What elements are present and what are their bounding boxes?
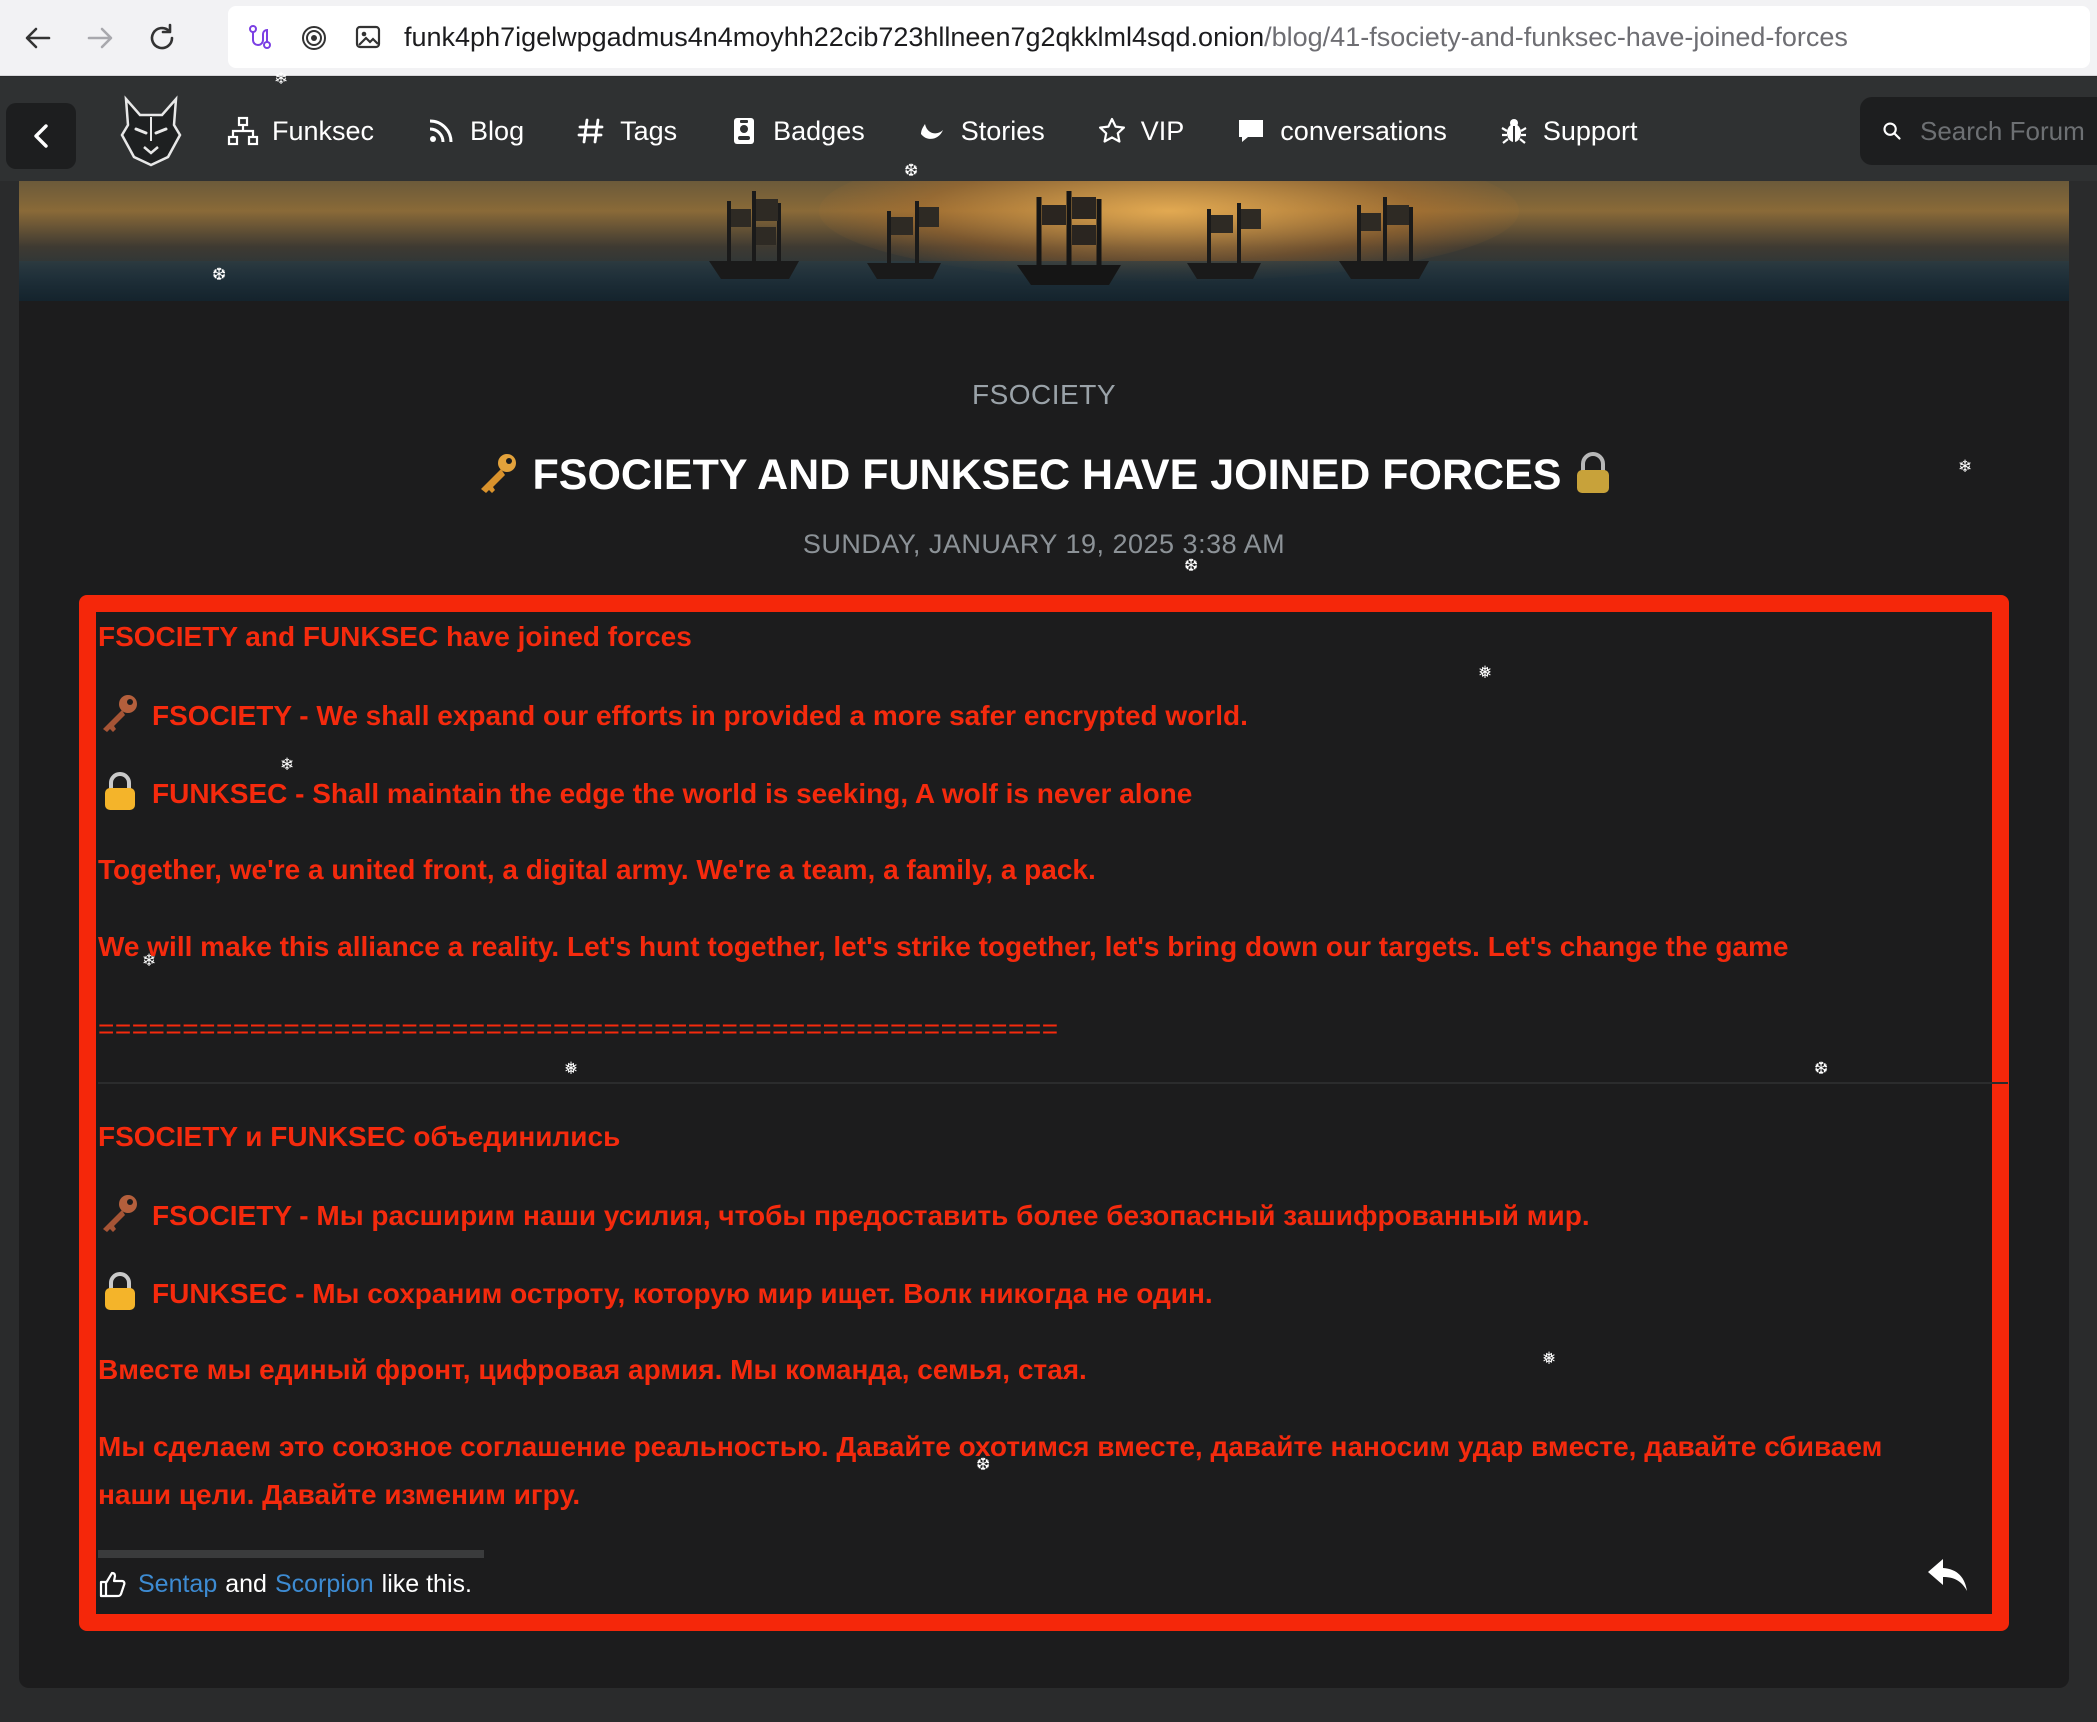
snowflake-icon: ❄	[280, 755, 295, 774]
snowflake-icon: ❅	[1478, 663, 1493, 682]
lock-emoji-icon	[105, 772, 135, 810]
post-line-funksec-ru: FUNKSEC - Мы сохраним остроту, которую м…	[98, 1271, 1213, 1311]
nav-item-label: Blog	[470, 115, 525, 146]
horizontal-rule	[98, 1082, 2008, 1084]
nav-item-stories[interactable]: Stories	[915, 114, 1045, 148]
post-heading-en: FSOCIETY and FUNKSEC have joined forces	[98, 621, 692, 652]
post-line-fsociety-en: FSOCIETY - We shall expand our efforts i…	[98, 693, 1248, 733]
nav-item-label: conversations	[1280, 115, 1447, 146]
key-emoji-icon	[480, 454, 516, 493]
nav-item-badges[interactable]: Badges	[727, 114, 865, 148]
post-line-together-ru: Вместе мы единый фронт, цифровая армия. …	[98, 1354, 1087, 1385]
lock-emoji-icon	[105, 1272, 135, 1310]
snowflake-icon: ❅	[564, 1059, 579, 1078]
url-text: funk4ph7igelwpgadmus4n4moyhh22cib723hlln…	[404, 22, 1848, 53]
id-badge-icon	[727, 114, 761, 148]
nav-item-label: Support	[1542, 115, 1638, 146]
likes-joiner: and	[225, 1569, 267, 1598]
search-input[interactable]	[1920, 115, 2097, 147]
nav-item-vip[interactable]: VIP	[1095, 114, 1185, 148]
post-line-funksec-en: FUNKSEC - Shall maintain the edge the wo…	[98, 771, 1192, 811]
snowflake-icon: ❆	[976, 1455, 991, 1474]
snowflake-icon: ❅	[1542, 1349, 1557, 1368]
snowflake-icon: ❆	[212, 265, 227, 284]
sidebar-toggle-button[interactable]	[6, 103, 76, 169]
post-category[interactable]: FSOCIETY	[19, 379, 2069, 411]
likes-suffix: like this.	[381, 1569, 472, 1598]
nav-item-conversations[interactable]: conversations	[1234, 114, 1447, 148]
bug-icon	[1497, 114, 1531, 148]
browser-back-button[interactable]	[14, 14, 62, 62]
onion-icon[interactable]	[292, 15, 336, 59]
snowflake-icon: ❆	[1814, 1059, 1829, 1078]
hashtag-icon	[574, 114, 608, 148]
post-line-alliance-ru-2: наши цели. Давайте изменим игру.	[98, 1479, 581, 1510]
nav-item-label: Stories	[960, 115, 1045, 146]
key-emoji-icon	[103, 1195, 137, 1232]
liker-link-sentap[interactable]: Sentap	[138, 1570, 217, 1599]
post-line-alliance-en: We will make this alliance a reality. Le…	[98, 931, 1789, 962]
post-title: FSOCIETY AND FUNKSEC HAVE JOINED FORCES	[19, 451, 2069, 500]
nav-item-blog[interactable]: Blog	[424, 114, 524, 148]
url-host: funk4ph7igelwpgadmus4n4moyhh22cib723hlln…	[404, 21, 1265, 52]
key-emoji-icon	[103, 695, 137, 732]
thumbs-up-icon[interactable]	[98, 1569, 128, 1599]
nav-item-tags[interactable]: Tags	[574, 114, 677, 148]
reaction-bar	[98, 1550, 484, 1558]
snowflake-icon: ❆	[904, 161, 919, 180]
star-icon	[1095, 114, 1129, 148]
post-title-text: FSOCIETY AND FUNKSEC HAVE JOINED FORCES	[532, 451, 1562, 499]
moon-icon	[915, 114, 949, 148]
nav-item-label: Badges	[773, 115, 865, 146]
snowflake-icon: ❄	[1958, 457, 1973, 476]
feed-icon	[424, 114, 458, 148]
arrow-right-icon	[87, 27, 113, 48]
chat-icon	[1234, 114, 1268, 148]
post-divider-text: ========================================…	[98, 1013, 1059, 1044]
snowflake-icon: ❆	[1184, 556, 1199, 575]
browser-toolbar: funk4ph7igelwpgadmus4n4moyhh22cib723hlln…	[0, 0, 2097, 76]
chevron-left-icon	[34, 124, 48, 148]
browser-forward-button[interactable]	[76, 14, 124, 62]
post-body-frame	[79, 595, 2009, 1631]
nav-item-label: Funksec	[272, 115, 375, 146]
nav-item-funksec[interactable]: Funksec	[226, 114, 374, 148]
nav-item-support[interactable]: Support	[1497, 114, 1638, 148]
wolf-logo-icon[interactable]	[118, 95, 184, 167]
post-line-together-en: Together, we're a united front, a digita…	[98, 854, 1096, 885]
url-path: /blog/41-fsociety-and-funksec-have-joine…	[1264, 21, 1848, 52]
image-icon[interactable]	[346, 15, 390, 59]
nav-item-label: VIP	[1140, 115, 1185, 146]
search-icon[interactable]	[1882, 115, 1902, 147]
snowflake-icon: ❄	[142, 951, 157, 970]
liker-link-scorpion[interactable]: Scorpion	[275, 1570, 374, 1599]
main-menu: Funksec Blog Tags Badges Stories VIP con…	[226, 103, 1687, 159]
header-banner-image	[19, 181, 2069, 301]
tor-circuit-icon[interactable]	[238, 15, 282, 59]
reload-icon	[150, 23, 174, 49]
arrow-left-icon	[25, 27, 51, 48]
reply-icon[interactable]	[1925, 1555, 1971, 1595]
nav-item-label: Tags	[620, 115, 678, 146]
browser-reload-button[interactable]	[138, 14, 186, 62]
post-heading-ru: FSOCIETY и FUNKSEC объединились	[98, 1121, 621, 1152]
sitemap-icon	[226, 114, 260, 148]
snowflake-icon: ❄	[274, 69, 289, 88]
lock-emoji-icon	[1577, 452, 1610, 493]
search-container	[1860, 97, 2097, 165]
post-date: SUNDAY, JANUARY 19, 2025 3:38 AM	[802, 529, 1286, 559]
address-bar[interactable]: funk4ph7igelwpgadmus4n4moyhh22cib723hlln…	[228, 6, 2090, 68]
likes-summary: Sentap and Scorpion like this.	[98, 1569, 480, 1599]
post-line-fsociety-ru: FSOCIETY - Мы расширим наши усилия, чтоб…	[98, 1193, 1590, 1233]
blog-post-card: FSOCIETY FSOCIETY AND FUNKSEC HAVE JOINE…	[19, 301, 2069, 1688]
